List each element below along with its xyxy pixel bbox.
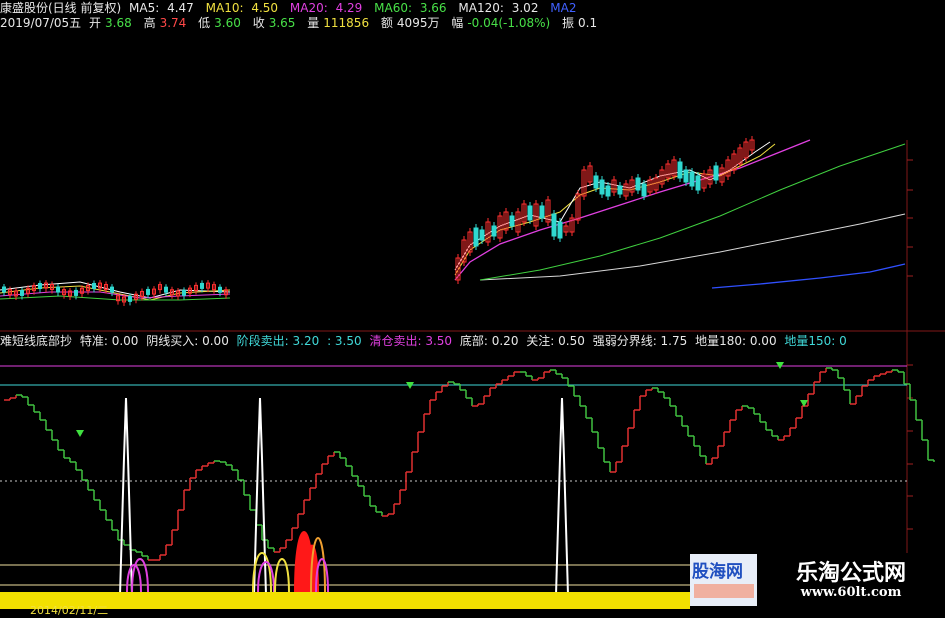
left-candle-body (182, 289, 186, 296)
candle-body (635, 177, 641, 191)
indicator-bottom-signals (126, 531, 329, 593)
left-ma-green (0, 295, 231, 301)
left-candle-body (2, 286, 6, 293)
left-candle-body (92, 282, 96, 289)
axis-ticks (907, 159, 913, 530)
candle-body (491, 225, 497, 237)
candle-body (509, 215, 515, 227)
candle-body (539, 205, 545, 219)
candle-body (677, 161, 683, 179)
left-candle-body (146, 288, 150, 295)
candle-body (641, 183, 647, 197)
candle-body (557, 221, 563, 239)
left-candle-body (128, 295, 132, 302)
signal-arrow (76, 430, 84, 437)
candle-body (689, 171, 695, 187)
candle-body (527, 205, 533, 221)
candle-body (617, 185, 623, 195)
left-candle-body (74, 289, 78, 296)
indicator-step-line (4, 367, 935, 561)
stock-chart-canvas[interactable] (0, 0, 945, 609)
candle-body (593, 175, 599, 189)
candle-body (473, 227, 479, 247)
candle-body (599, 179, 605, 195)
candle-body (695, 175, 701, 191)
left-candle-body (164, 286, 168, 293)
left-candle-body (56, 286, 60, 293)
left-candle-body (200, 282, 204, 289)
left-candle-body (20, 289, 24, 296)
left-candle-body (38, 283, 42, 290)
ma20-line (454, 139, 811, 281)
candle-body (605, 185, 611, 197)
ma120-line (479, 213, 906, 281)
cursor-date: 2014/02/11/二 (30, 604, 109, 617)
indicator-arrows (76, 362, 808, 437)
candle-body (683, 169, 689, 183)
ma5-line (454, 141, 771, 271)
guhai-logo: 股海网 (690, 554, 757, 606)
candle-body (713, 165, 719, 181)
left-candle-body (110, 286, 114, 293)
watermark-url: www.60lt.com (800, 585, 902, 600)
watermark-title: 乐淘公式网 (795, 561, 906, 586)
yellow-bump (274, 558, 290, 593)
ma10-line (454, 143, 776, 276)
watermark: 乐淘公式网 www.60lt.com (757, 553, 945, 609)
candle-body (551, 213, 557, 237)
ma-blue-line (711, 263, 906, 289)
candle-body (479, 229, 485, 241)
left-candle-body (218, 286, 222, 293)
